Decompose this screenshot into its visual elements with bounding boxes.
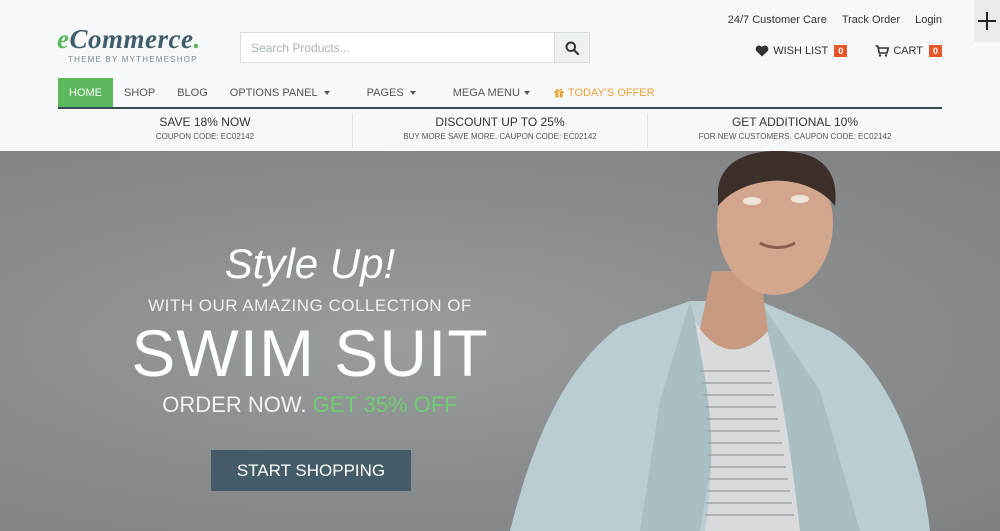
heart-icon xyxy=(755,45,769,57)
hero-subline: WITH OUR AMAZING COLLECTION OF xyxy=(148,296,472,315)
site-logo[interactable]: eCommerce. THEME BY MYTHEMESHOP xyxy=(57,24,201,65)
coupon-strip: SAVE 18% NOW COUPON CODE: EC02142 DISCOU… xyxy=(58,113,942,148)
nav-item-todays-offer[interactable]: TODAY'S OFFER xyxy=(541,78,666,107)
search-bar xyxy=(240,32,590,63)
coupon-subtitle: COUPON CODE: EC02142 xyxy=(155,132,255,141)
plus-icon xyxy=(978,12,996,30)
nav-item-pages[interactable]: PAGES xyxy=(356,78,442,107)
top-links: 24/7 Customer Care Track Order Login xyxy=(728,14,942,26)
hero-text: Style Up! WITH OUR AMAZING COLLECTION OF… xyxy=(130,239,490,418)
coupon-item: GET ADDITIONAL 10% FOR NEW CUSTOMERS. CA… xyxy=(648,113,942,148)
logo-tagline: THEME BY MYTHEMESHOP xyxy=(68,55,198,64)
nav-label: SHOP xyxy=(124,86,156,99)
coupon-title: SAVE 18% NOW xyxy=(159,115,251,129)
coupon-item: SAVE 18% NOW COUPON CODE: EC02142 xyxy=(58,113,353,148)
cart-button[interactable]: CART 0 xyxy=(875,45,942,57)
hero-offer-text: ORDER NOW. xyxy=(162,392,307,417)
page: eCommerce. THEME BY MYTHEMESHOP 24/7 Cus… xyxy=(0,0,1000,531)
coupon-title: DISCOUNT UP TO 25% xyxy=(435,115,565,129)
nav-label: BLOG xyxy=(177,86,208,99)
start-shopping-button[interactable]: START SHOPPING xyxy=(211,450,411,491)
hero-product: SWIM SUIT xyxy=(131,316,489,390)
cart-label: CART xyxy=(893,45,923,57)
search-icon xyxy=(565,41,579,55)
hero-offer-highlight: GET 35% OFF xyxy=(312,392,458,417)
chevron-down-icon xyxy=(323,90,330,95)
coupon-title: GET ADDITIONAL 10% xyxy=(731,115,859,129)
hero-banner: Style Up! WITH OUR AMAZING COLLECTION OF… xyxy=(0,151,1000,531)
hero-headline: Style Up! xyxy=(224,240,396,287)
nav-item-home[interactable]: HOME xyxy=(58,78,113,107)
site-header: eCommerce. THEME BY MYTHEMESHOP 24/7 Cus… xyxy=(0,0,1000,151)
wishlist-label: WISH LIST xyxy=(773,45,829,57)
cart-icon xyxy=(875,45,890,57)
nav-item-blog[interactable]: BLOG xyxy=(166,78,219,107)
nav-label: HOME xyxy=(69,86,102,99)
wishlist-cart-area: WISH LIST 0 CART 0 xyxy=(755,45,942,57)
coupon-subtitle: BUY MORE SAVE MORE. CAUPON CODE: EC02142 xyxy=(403,132,597,141)
customer-care-link[interactable]: 24/7 Customer Care xyxy=(728,14,827,26)
nav-label: MEGA MENU xyxy=(452,86,520,99)
track-order-link[interactable]: Track Order xyxy=(842,14,900,26)
logo-wordmark: eCommerce. xyxy=(57,24,201,54)
nav-label: TODAY'S OFFER xyxy=(567,86,655,99)
search-button[interactable] xyxy=(554,33,589,62)
expand-button[interactable] xyxy=(974,0,1000,42)
search-input[interactable] xyxy=(241,33,554,62)
hero-offer: ORDER NOW. GET 35% OFF xyxy=(130,392,490,418)
main-nav: HOME SHOP BLOG OPTIONS PANEL PAGES MEGA … xyxy=(58,78,942,109)
nav-item-shop[interactable]: SHOP xyxy=(113,78,166,107)
nav-item-options-panel[interactable]: OPTIONS PANEL xyxy=(219,78,356,107)
login-link[interactable]: Login xyxy=(915,14,942,26)
gift-icon xyxy=(554,88,564,97)
wishlist-count-badge: 0 xyxy=(834,45,848,57)
coupon-subtitle: FOR NEW CUSTOMERS. CAUPON CODE: EC02142 xyxy=(698,132,892,141)
nav-label: OPTIONS PANEL xyxy=(229,86,318,99)
nav-label: PAGES xyxy=(366,86,404,99)
chevron-down-icon xyxy=(409,90,416,95)
nav-item-mega-menu[interactable]: MEGA MENU xyxy=(442,78,541,107)
cart-count-badge: 0 xyxy=(928,45,942,57)
wishlist-button[interactable]: WISH LIST 0 xyxy=(755,45,848,57)
chevron-down-icon xyxy=(523,90,530,95)
coupon-item: DISCOUNT UP TO 25% BUY MORE SAVE MORE. C… xyxy=(353,113,648,148)
